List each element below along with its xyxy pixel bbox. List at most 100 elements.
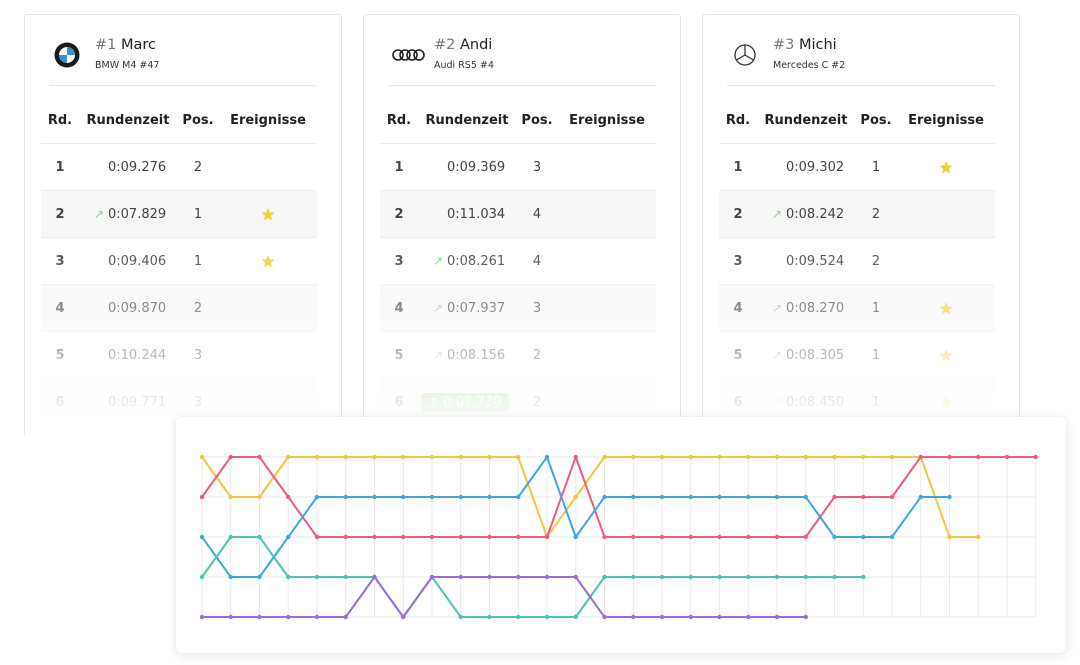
series-point (573, 494, 578, 500)
series-point (746, 614, 751, 620)
lap-time-wrap: ↗ 0:08.242 (758, 207, 844, 222)
series-point (659, 614, 665, 620)
series-point (257, 534, 262, 540)
lap-time-wrap: 0:11.034 (419, 207, 505, 222)
series-point (746, 454, 751, 460)
lap-row: 3 ↗ 0:08.261 4 (380, 237, 656, 285)
lap-row: 2 ↗ 0:07.829 1 ★ (41, 190, 317, 238)
series-point (257, 614, 262, 620)
series-point (717, 574, 722, 580)
lap-row: 4 ↗ 0:07.937 3 (380, 284, 656, 332)
lap-table-header: Rd. Rundenzeit Pos. Ereignisse (719, 97, 995, 144)
lap-time: 0:09.771 (108, 394, 167, 410)
lap-round: 1 (41, 143, 79, 191)
lap-table-header: Rd. Rundenzeit Pos. Ereignisse (380, 97, 656, 144)
lap-time-cell: 0:09.369 (418, 143, 516, 191)
header-position: Pos. (182, 112, 214, 128)
trend-up-icon: ↗ (771, 394, 783, 409)
series-point (458, 574, 463, 580)
series-point (803, 614, 808, 620)
arrow-up-icon: ↑ (428, 394, 440, 409)
lap-time: 0:09.276 (108, 159, 167, 175)
lap-time: 0:10.244 (108, 347, 167, 363)
series-point (228, 454, 233, 460)
series-point (573, 614, 578, 620)
driver-car: Audi RS5 #4 (434, 60, 494, 71)
lap-position: 4 (516, 237, 558, 285)
series-point (429, 494, 435, 500)
series-point (199, 534, 205, 540)
series-point (544, 614, 550, 620)
series-point (688, 614, 693, 620)
lap-events: ★ (219, 190, 317, 238)
series-point (257, 494, 262, 500)
series-point (343, 454, 348, 460)
driver-rank: #1 (95, 37, 117, 53)
series-point (286, 494, 291, 500)
series-point (688, 494, 693, 500)
header-round: Rd. (725, 112, 751, 128)
series-point (487, 574, 492, 580)
header-events: Ereignisse (569, 112, 645, 128)
lap-table-header: Rd. Rundenzeit Pos. Ereignisse (41, 97, 317, 144)
lap-position: 2 (855, 237, 897, 285)
header-laptime: Rundenzeit (425, 112, 509, 128)
driver-first-name: Michi (798, 37, 837, 53)
driver-name: #2 Andi (434, 37, 492, 53)
trend-up-icon: ↗ (771, 206, 783, 221)
lap-position: 1 (855, 143, 897, 191)
lap-time-cell: 0:11.034 (418, 190, 516, 238)
series-point (774, 534, 780, 540)
series-point (918, 494, 923, 500)
series-point (774, 494, 780, 500)
lap-time: 0:07.937 (447, 300, 506, 316)
driver-rank: #3 (773, 37, 795, 53)
series-point (401, 454, 406, 460)
header-position: Pos. (860, 112, 892, 128)
lap-time: 0:11.034 (447, 206, 506, 222)
audi-logo-icon (392, 49, 425, 61)
driver-card: #1 Marc BMW M4 #47 Rd. Rundenzeit Pos. E… (24, 14, 342, 435)
lap-row: 1 0:09.369 3 (380, 143, 656, 191)
lap-position: 1 (855, 284, 897, 332)
lap-row: 5 0:10.244 3 (41, 331, 317, 379)
lap-row: 2 ↗ 0:08.242 2 (719, 190, 995, 238)
series-point (803, 574, 808, 580)
series-point (286, 574, 291, 580)
series-point (659, 454, 665, 460)
series-point (688, 574, 693, 580)
lap-time-wrap: 0:09.406 (80, 254, 166, 269)
lap-events: ★ (897, 143, 995, 191)
lap-position: 3 (516, 284, 558, 332)
lap-events (219, 284, 317, 332)
series-point (343, 534, 348, 540)
trend-up-icon: ↗ (771, 347, 783, 362)
series-point (976, 534, 981, 540)
series-point (516, 614, 521, 620)
header-round: Rd. (47, 112, 73, 128)
series-point (372, 494, 377, 500)
lap-events (558, 284, 656, 332)
series-point (314, 614, 320, 620)
lap-round: 4 (380, 284, 418, 332)
lap-time-wrap: ↗ 0:08.261 (419, 254, 505, 269)
lap-time: 0:08.270 (786, 300, 845, 316)
series-point (372, 574, 377, 580)
series-point (487, 494, 492, 500)
lap-round: 3 (41, 237, 79, 285)
driver-rank: #2 (434, 37, 456, 53)
series-point (487, 454, 492, 460)
lap-time-wrap: ↗ 0:07.937 (419, 301, 505, 316)
series-point (717, 534, 722, 540)
series-point (1033, 454, 1038, 460)
series-point (544, 454, 550, 460)
header-laptime: Rundenzeit (86, 112, 170, 128)
series-point (257, 574, 262, 580)
series-point (314, 534, 320, 540)
series-point (487, 534, 492, 540)
series-point (774, 614, 780, 620)
lap-time-wrap: 0:09.369 (419, 160, 505, 175)
lap-time-cell: 0:09.406 (79, 237, 177, 285)
lap-time: 0:09.524 (786, 253, 845, 269)
lap-round: 5 (41, 331, 79, 379)
